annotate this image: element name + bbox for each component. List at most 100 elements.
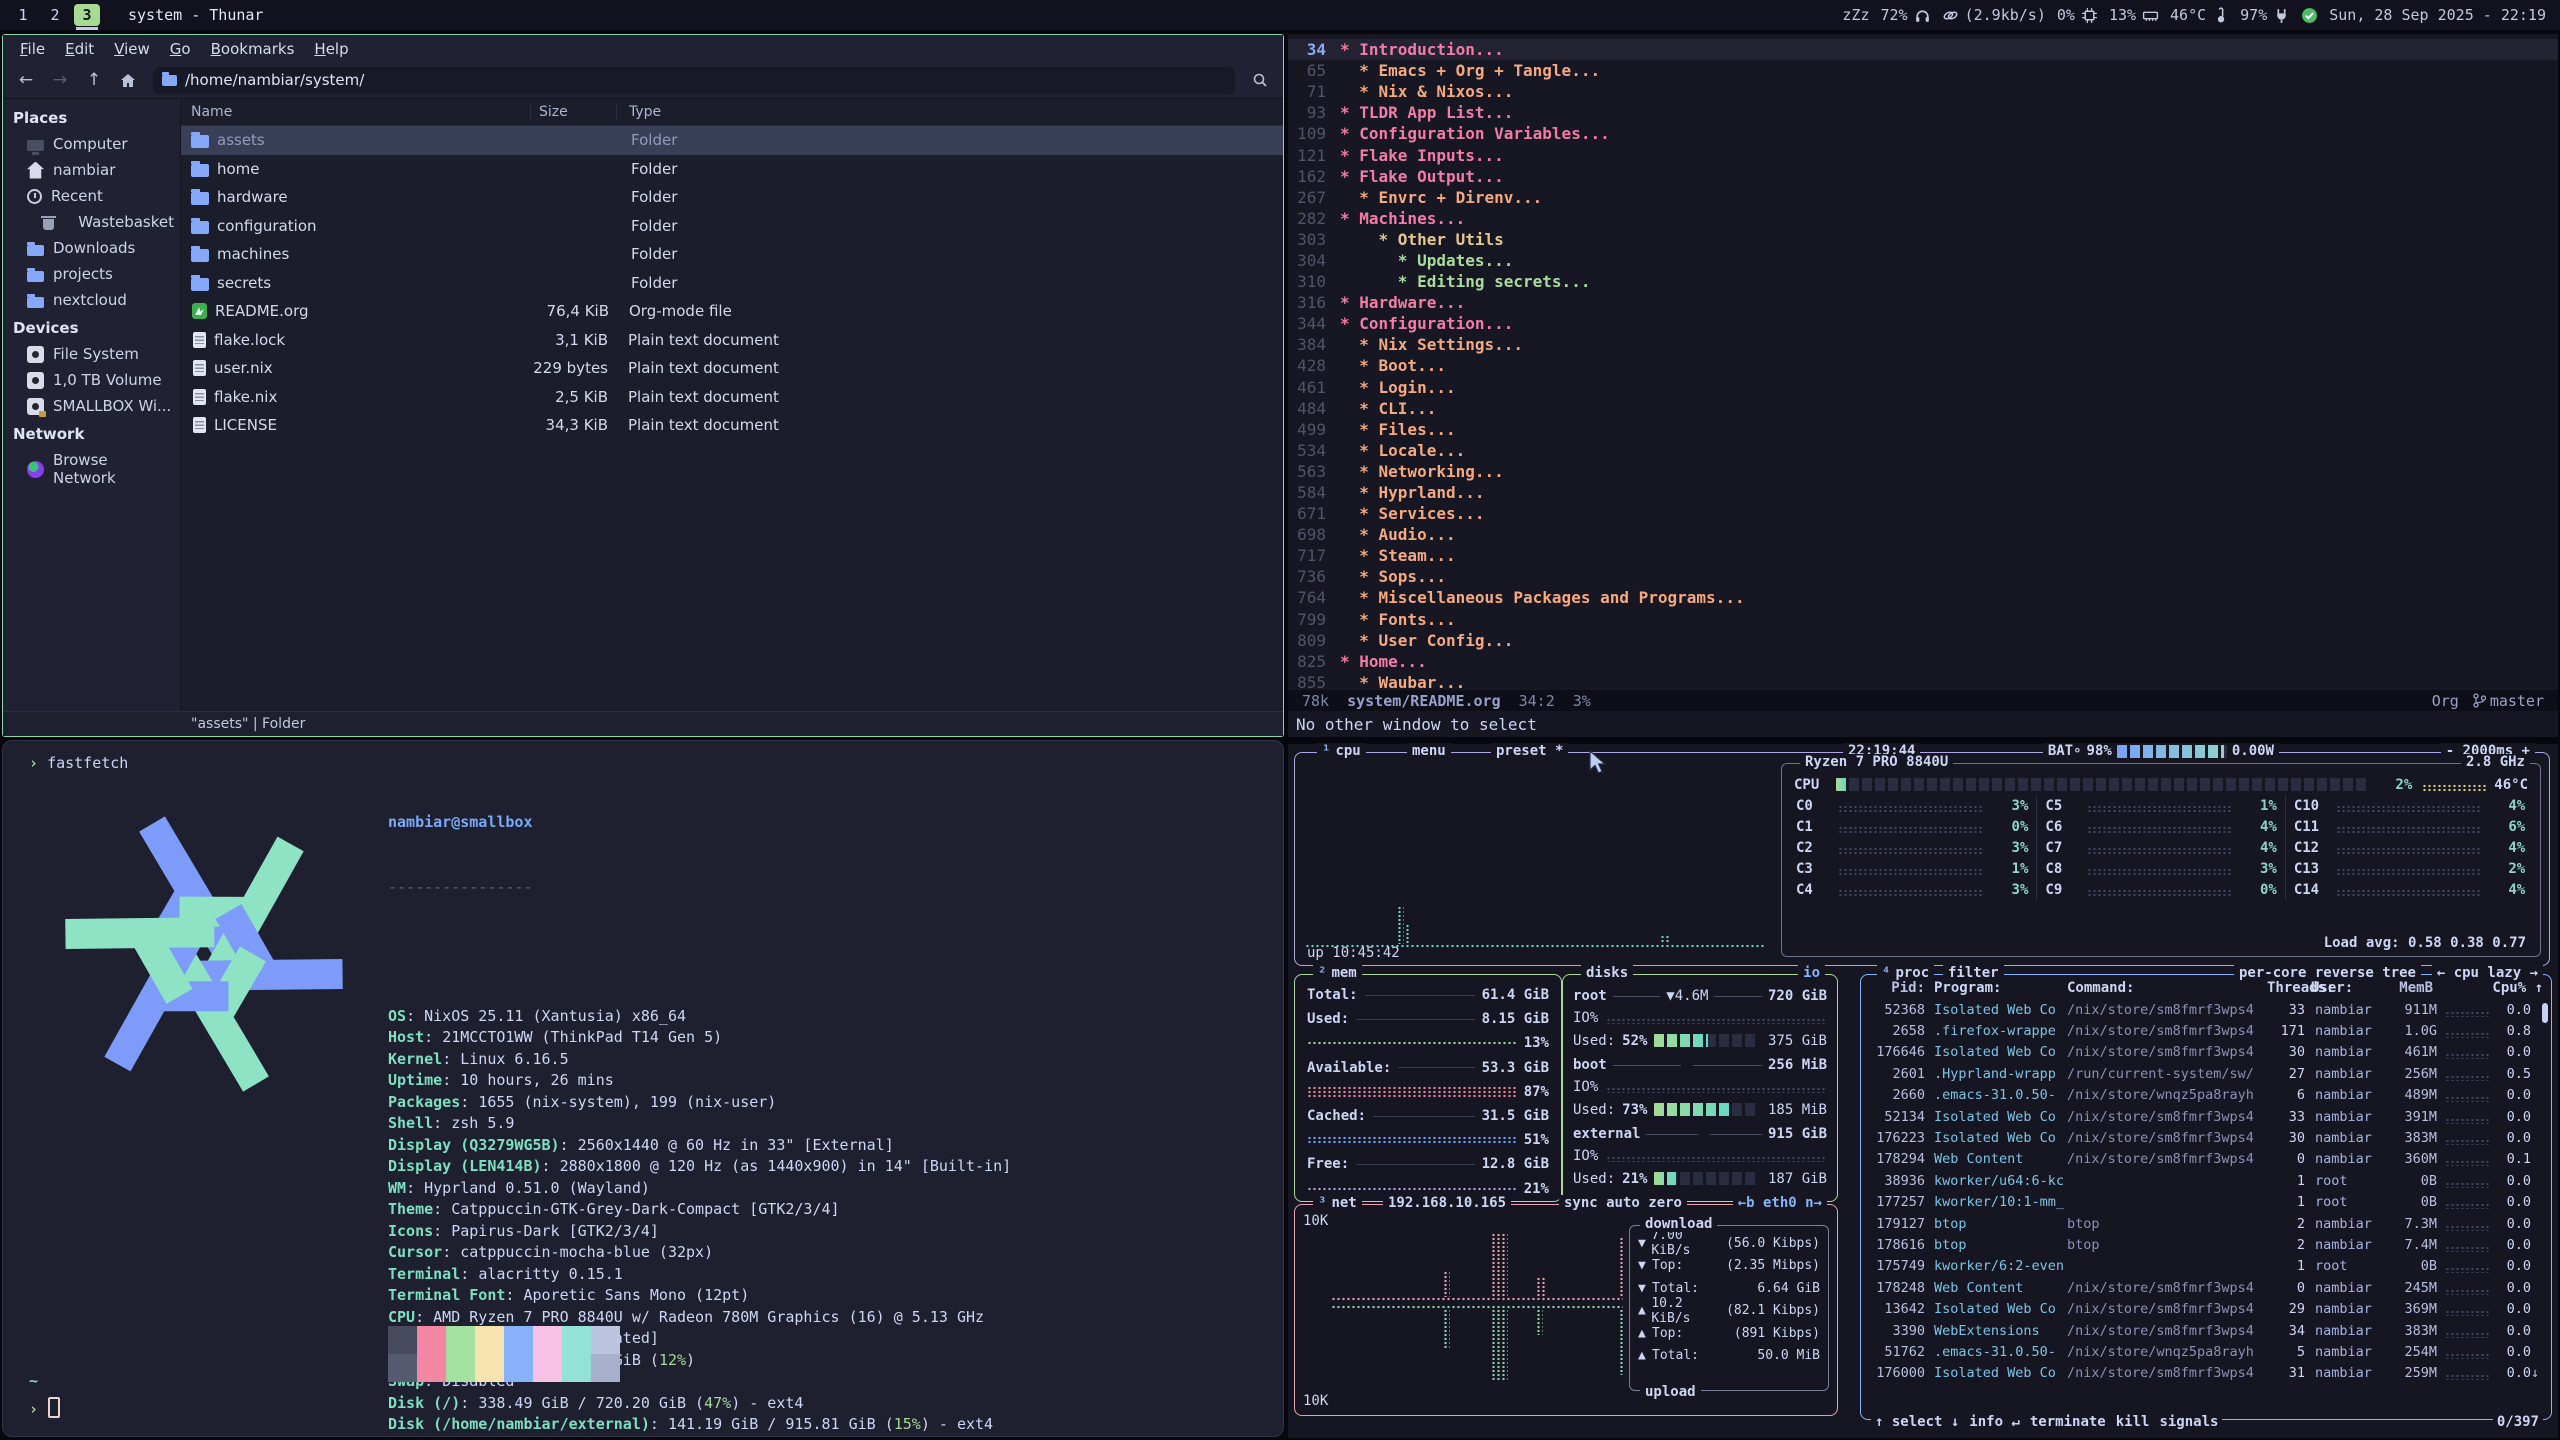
process-row[interactable]: 176223 Isolated Web Co /nix/store/sm8fmr…	[1861, 1127, 2551, 1148]
tab-io[interactable]: io	[1798, 965, 1825, 981]
workspace-button[interactable]: 2	[42, 4, 68, 26]
sidebar-item[interactable]: Recent	[3, 183, 180, 209]
process-row[interactable]: 2658 .firefox-wrappe /nix/store/sm8fmrf3…	[1861, 1020, 2551, 1041]
column-header-name[interactable]: Name	[181, 104, 531, 120]
new-prompt[interactable]: ~ ›	[29, 1371, 60, 1420]
process-row[interactable]: 177257 kworker/10:1-mm_ 1 root 0B 0.0	[1861, 1192, 2551, 1213]
org-heading-line[interactable]: 736* Sops...	[1288, 566, 2558, 587]
org-heading-line[interactable]: 717* Steam...	[1288, 545, 2558, 566]
proc-sort[interactable]: ← cpu lazy →	[2432, 965, 2543, 981]
process-row[interactable]: 179127 btop btop 2 nambiar 7.3M 0.0	[1861, 1213, 2551, 1234]
sidebar-item[interactable]: SMALLBOX Wi...	[3, 393, 180, 419]
org-heading-line[interactable]: 534* Locale...	[1288, 440, 2558, 461]
process-row[interactable]: 52368 Isolated Web Co /nix/store/sm8fmrf…	[1861, 999, 2551, 1020]
org-heading-line[interactable]: 461* Login...	[1288, 377, 2558, 398]
menu-item[interactable]: Go	[161, 38, 200, 60]
clock-date[interactable]: Sun, 28 Sep 2025 - 22:19	[2329, 6, 2546, 24]
proc-hint[interactable]: ↑ select ↓	[1875, 1414, 1959, 1430]
sidebar-item[interactable]: Browse Network	[3, 447, 180, 491]
org-heading-line[interactable]: 825* Home...	[1288, 651, 2558, 672]
file-row[interactable]: hardwareFolder	[181, 183, 1283, 212]
process-row[interactable]: 178248 Web Content /nix/store/sm8fmrf3wp…	[1861, 1277, 2551, 1298]
org-heading-line[interactable]: 71* Nix & Nixos...	[1288, 81, 2558, 102]
process-row[interactable]: 38936 kworker/u64:6-kc 1 root 0B 0.0	[1861, 1170, 2551, 1191]
proc-hint[interactable]: signals	[2159, 1414, 2218, 1430]
column-header-type[interactable]: Type	[617, 104, 661, 120]
net-interface[interactable]: ←b eth0 n→	[1733, 1195, 1827, 1211]
home-button[interactable]	[113, 67, 143, 94]
org-heading-line[interactable]: 304* Updates...	[1288, 250, 2558, 271]
column-header-size[interactable]: Size	[531, 104, 617, 120]
org-heading-line[interactable]: 282* Machines...	[1288, 208, 2558, 229]
org-heading-line[interactable]: 698* Audio...	[1288, 524, 2558, 545]
headphones-icon[interactable]	[1914, 7, 1931, 24]
file-row[interactable]: assetsFolder	[181, 126, 1283, 155]
process-row[interactable]: 176646 Isolated Web Co /nix/store/sm8fmr…	[1861, 1042, 2551, 1063]
link-icon[interactable]	[1942, 7, 1959, 24]
tab-mem[interactable]: ²mem	[1313, 965, 1362, 981]
org-heading-line[interactable]: 267* Envrc + Direnv...	[1288, 187, 2558, 208]
idle-inhibit-indicator[interactable]: zZz	[1842, 6, 1869, 24]
proc-filter[interactable]: filter	[1943, 965, 2004, 981]
search-button[interactable]	[1245, 67, 1275, 94]
org-heading-line[interactable]: 428* Boot...	[1288, 355, 2558, 376]
path-bar[interactable]: /home/nambiar/system/	[153, 67, 1235, 94]
tab-proc[interactable]: ⁴proc	[1877, 965, 1934, 981]
tab-net[interactable]: ³net	[1313, 1195, 1362, 1211]
menu-item[interactable]: Help	[305, 38, 357, 60]
sidebar-item[interactable]: File System	[3, 341, 180, 367]
org-heading-line[interactable]: 499* Files...	[1288, 419, 2558, 440]
process-row[interactable]: 13642 Isolated Web Co /nix/store/sm8fmrf…	[1861, 1298, 2551, 1319]
file-row[interactable]: LICENSE34,3 KiBPlain text document	[181, 411, 1283, 440]
file-row[interactable]: machinesFolder	[181, 240, 1283, 269]
org-heading-line[interactable]: 384* Nix Settings...	[1288, 334, 2558, 355]
file-row[interactable]: flake.nix2,5 KiBPlain text document	[181, 383, 1283, 412]
process-row[interactable]: 178294 Web Content /nix/store/sm8fmrf3wp…	[1861, 1149, 2551, 1170]
file-row[interactable]: configurationFolder	[181, 212, 1283, 241]
org-heading-line[interactable]: 855* Waubar...	[1288, 672, 2558, 690]
org-heading-line[interactable]: 671* Services...	[1288, 503, 2558, 524]
major-mode[interactable]: Org	[2432, 692, 2459, 710]
process-row[interactable]: 175749 kworker/6:2-even 1 root 0B 0.0	[1861, 1256, 2551, 1277]
terminal-window[interactable]: › fastfetch nambiar@smallbox -----------…	[2, 740, 1284, 1437]
file-row[interactable]: homeFolder	[181, 155, 1283, 184]
org-heading-line[interactable]: 316* Hardware...	[1288, 292, 2558, 313]
sidebar-item[interactable]: Downloads	[3, 235, 180, 261]
menu-item[interactable]: File	[11, 38, 54, 60]
up-button[interactable]: ↑	[79, 67, 109, 94]
check-icon[interactable]	[2301, 7, 2318, 24]
org-heading-line[interactable]: 65* Emacs + Org + Tangle...	[1288, 60, 2558, 81]
org-heading-line[interactable]: 109* Configuration Variables...	[1288, 123, 2558, 144]
tab-disks[interactable]: disks	[1581, 965, 1633, 981]
tab-menu[interactable]: menu	[1407, 743, 1451, 759]
sidebar-item[interactable]: nextcloud	[3, 287, 180, 313]
net-toggles[interactable]: sync auto zero	[1559, 1195, 1687, 1211]
file-row[interactable]: flake.lock3,1 KiBPlain text document	[181, 326, 1283, 355]
proc-scrollbar[interactable]	[2542, 1003, 2548, 1023]
process-row[interactable]: 178616 btop btop 2 nambiar 7.4M 0.0	[1861, 1234, 2551, 1255]
file-row[interactable]: secretsFolder	[181, 269, 1283, 298]
file-row[interactable]: README.org76,4 KiBOrg-mode file	[181, 297, 1283, 326]
menu-item[interactable]: Bookmarks	[202, 38, 304, 60]
sidebar-item[interactable]: nambiar	[3, 157, 180, 183]
org-heading-line[interactable]: 809* User Config...	[1288, 630, 2558, 651]
process-row[interactable]: 51762 .emacs-31.0.50- /nix/store/wnqz5pa…	[1861, 1341, 2551, 1362]
process-row[interactable]: 52134 Isolated Web Co /nix/store/sm8fmrf…	[1861, 1106, 2551, 1127]
tab-cpu[interactable]: ¹cpu	[1317, 743, 1366, 759]
org-heading-line[interactable]: 34* Introduction...	[1288, 39, 2558, 60]
menu-item[interactable]: View	[105, 38, 159, 60]
process-row[interactable]: 3390 WebExtensions /nix/store/sm8fmrf3wp…	[1861, 1320, 2551, 1341]
org-heading-line[interactable]: 563* Networking...	[1288, 461, 2558, 482]
file-row[interactable]: user.nix229 bytesPlain text document	[181, 354, 1283, 383]
org-heading-line[interactable]: 344* Configuration...	[1288, 313, 2558, 334]
tab-preset[interactable]: preset *	[1491, 743, 1568, 759]
org-heading-line[interactable]: 484* CLI...	[1288, 398, 2558, 419]
org-heading-line[interactable]: 310* Editing secrets...	[1288, 271, 2558, 292]
org-heading-line[interactable]: 764* Miscellaneous Packages and Programs…	[1288, 587, 2558, 608]
org-heading-line[interactable]: 584* Hyprland...	[1288, 482, 2558, 503]
workspace-button[interactable]: 3	[74, 4, 100, 26]
menu-item[interactable]: Edit	[56, 38, 103, 60]
org-heading-line[interactable]: 162* Flake Output...	[1288, 166, 2558, 187]
forward-button[interactable]: →	[45, 67, 75, 94]
process-row[interactable]: 2601 .Hyprland-wrapp /run/current-system…	[1861, 1063, 2551, 1084]
